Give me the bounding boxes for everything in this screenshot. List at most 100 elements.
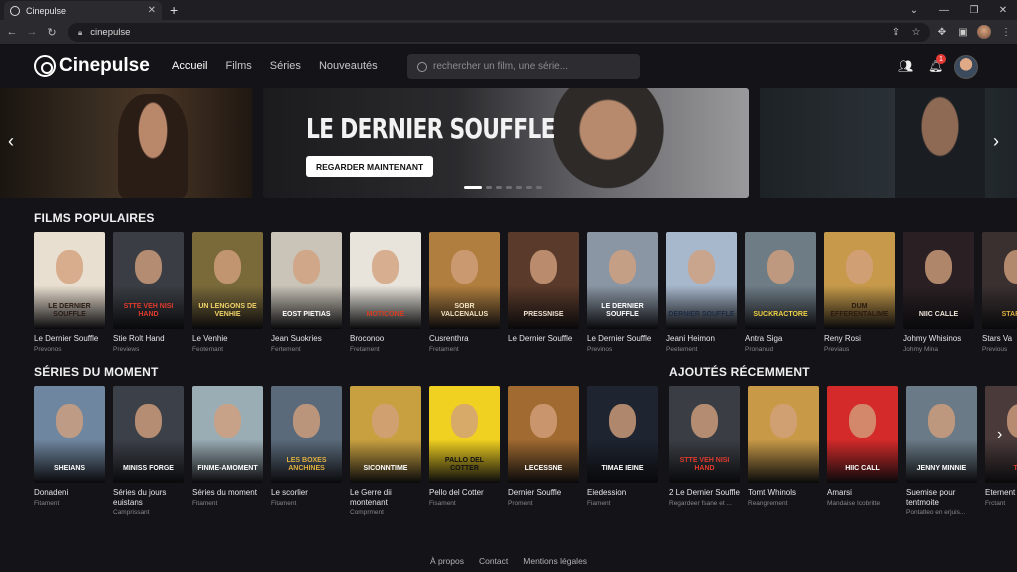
poster-card[interactable]: STTE VEH NISI HAND Stie Rolt Hand Previews (113, 232, 184, 354)
poster-image: FINME-AMOMENT (192, 386, 263, 483)
poster-card[interactable]: DERNIER SOUFFLE Jeani Heimon Peetement (666, 232, 737, 354)
poster-card[interactable]: SHEIANS Donadeni Fitament (34, 386, 105, 517)
card-title: Cusrenthra (429, 334, 469, 343)
poster-card[interactable]: HIIC CALL Amarsi Mandaise Icobritte (827, 386, 898, 517)
poster-card[interactable]: LE DERNIER SOUFFLE Le Dernier Souffle Prev… (34, 232, 105, 354)
poster-card[interactable]: Tomt Whinols Reangrement (748, 386, 819, 517)
poster-figure (214, 404, 241, 438)
poster-figure (1007, 404, 1017, 438)
poster-card[interactable]: THE Eternent Frctant (985, 386, 1017, 517)
poster-image: LES BOXES ANCHINES (271, 386, 342, 483)
tab-close-icon[interactable]: ✕ (148, 5, 156, 16)
carousel-dot[interactable] (526, 186, 532, 189)
poster-card[interactable]: MINISS FORGE Séries du jours euistans Camp… (113, 386, 184, 517)
poster-card[interactable]: STAR WA Stars Va Previous (982, 232, 1017, 354)
address-bar[interactable]: 🔒︎ cinepulse (68, 23, 930, 42)
poster-title-art: MOTICONE (366, 311, 405, 318)
search-box[interactable] (407, 54, 640, 79)
carousel-dot[interactable] (516, 186, 522, 189)
poster-card[interactable]: SOBR VALCENALUS Cusrenthra Fretament (429, 232, 500, 354)
carousel-next-chevron-icon[interactable]: › (993, 131, 999, 152)
card-subtitle: Previaus (824, 345, 850, 353)
main-nav: Accueil Films Séries Nouveautés (172, 60, 378, 72)
poster-image: PALLO DEL COTTER (429, 386, 500, 483)
user-avatar[interactable] (954, 55, 978, 79)
tab-search-chevron-icon[interactable]: ⌄ (900, 0, 928, 20)
carousel-dot[interactable] (496, 186, 502, 189)
poster-image: DUM EFFERENTALIME (824, 232, 895, 329)
forward-arrow-icon[interactable]: → (24, 24, 40, 40)
nav-nouveautes[interactable]: Nouveautés (319, 60, 378, 72)
card-title: Dernier Souffle (508, 488, 562, 497)
poster-card[interactable]: LE DERNIER SOUFFLE Le Dernier Souffle Prev… (587, 232, 658, 354)
extensions-icon[interactable]: ✥ (934, 24, 950, 40)
card-title: Johmy Whisinos (903, 334, 962, 343)
nav-series[interactable]: Séries (270, 60, 301, 72)
carousel-prev-chevron-icon[interactable]: ‹ (8, 131, 14, 152)
poster-card[interactable]: SICONNTIME Le Gerre dii montenant Comprmen… (350, 386, 421, 517)
watch-now-button[interactable]: REGARDER MAINTENANT (306, 156, 434, 177)
poster-title-art: LE DERNIER SOUFFLE (601, 303, 644, 318)
hero-slide-active[interactable]: LE DERNIER SOUFFLE REGARDER MAINTENANT (263, 88, 749, 198)
carousel-dot[interactable] (486, 186, 492, 189)
recent-next-chevron-icon[interactable]: › (997, 426, 1002, 444)
search-input[interactable] (433, 61, 623, 72)
poster-card[interactable]: FINME-AMOMENT Séries du moment Fitament (192, 386, 263, 517)
poster-card[interactable]: UN LENGONS DE VENHIE Le Venhie Feotemant (192, 232, 263, 354)
card-subtitle: Pronanud (745, 345, 774, 353)
card-subtitle: Pontatleo en erjuis... (906, 509, 966, 516)
carousel-dot[interactable] (464, 186, 482, 189)
poster-card[interactable]: MOTICONE Broconoo Fretament (350, 232, 421, 354)
poster-image: SOBR VALCENALUS (429, 232, 500, 329)
poster-card[interactable]: LES BOXES ANCHINES Le scorlier Fitament (271, 386, 342, 517)
browser-profile-avatar[interactable] (977, 25, 991, 39)
hero-slide-previous[interactable] (0, 88, 252, 198)
poster-card[interactable]: EOST PIETIAS Jean Suokries Fertement (271, 232, 342, 354)
poster-card[interactable]: NIIC CALLE Johmy Whisinos Johmy Mina (903, 232, 974, 354)
poster-card[interactable]: PALLO DEL COTTER Pello del Cotter Fisament (429, 386, 500, 517)
window-close-button[interactable]: ✕ (989, 0, 1017, 20)
poster-figure (688, 250, 715, 284)
footer-a-propos-link[interactable]: À propos (430, 556, 464, 566)
minimize-button[interactable]: — (930, 0, 958, 20)
carousel-dot[interactable] (536, 186, 542, 189)
footer-contact-link[interactable]: Contact (479, 556, 508, 566)
bookmark-star-icon[interactable]: ☆ (908, 24, 924, 40)
users-icon[interactable]: 👥︎ (898, 59, 913, 73)
browser-tab[interactable]: Cinepulse ✕ (4, 1, 162, 20)
site-logo[interactable]: Cinepulse (34, 55, 150, 77)
poster-card[interactable]: TIMAE IEINE Eiedession Fiament (587, 386, 658, 517)
site-footer: À propos Contact Mentions légales (0, 556, 1017, 566)
poster-image: SHEIANS (34, 386, 105, 483)
poster-figure (56, 250, 83, 284)
hero-right-image (895, 88, 985, 198)
new-tab-button[interactable]: + (170, 1, 178, 19)
poster-title-art: FINME-AMOMENT (197, 465, 258, 472)
card-title: Stars Va (982, 334, 1013, 343)
card-subtitle: Mandaise Icobritte (827, 499, 881, 507)
card-title: Jeani Heimon (666, 334, 715, 343)
share-icon[interactable]: ⇪ (888, 24, 904, 40)
poster-card[interactable]: LECESSNE Dernier Souffle Proment (508, 386, 579, 517)
card-title: Pello del Cotter (429, 488, 484, 497)
back-arrow-icon[interactable]: ← (4, 24, 20, 40)
restore-button[interactable]: ❐ (960, 0, 988, 20)
hero-title: LE DERNIER SOUFFLE (306, 112, 556, 145)
poster-card[interactable]: STTE VEH NISI HAND 2 Le Dernier Souffle Re… (669, 386, 740, 517)
browser-menu-icon[interactable]: ⋮ (998, 24, 1014, 40)
nav-films[interactable]: Films (225, 60, 251, 72)
card-title: Le Gerre dii montenant (350, 488, 392, 507)
poster-card[interactable]: JENNY MINNIE Suemise pour tentmoite Pontat… (906, 386, 977, 517)
poster-card[interactable]: DUM EFFERENTALIME Reny Rosi Previaus (824, 232, 895, 354)
hero-slide-next[interactable] (760, 88, 1017, 198)
footer-mentions-legales-link[interactable]: Mentions légales (523, 556, 587, 566)
nav-accueil[interactable]: Accueil (172, 60, 207, 72)
poster-card[interactable]: PRESSNISE Le Dernier Souffle (508, 232, 579, 354)
poster-card[interactable]: SUCKRACTORE Antra Siga Pronanud (745, 232, 816, 354)
side-panel-icon[interactable]: ▣ (955, 24, 971, 40)
poster-image: JENNY MINNIE (906, 386, 977, 483)
reload-icon[interactable]: ↻ (44, 24, 60, 40)
poster-figure (293, 404, 320, 438)
card-title: Tomt Whinols (748, 488, 797, 497)
carousel-dot[interactable] (506, 186, 512, 189)
